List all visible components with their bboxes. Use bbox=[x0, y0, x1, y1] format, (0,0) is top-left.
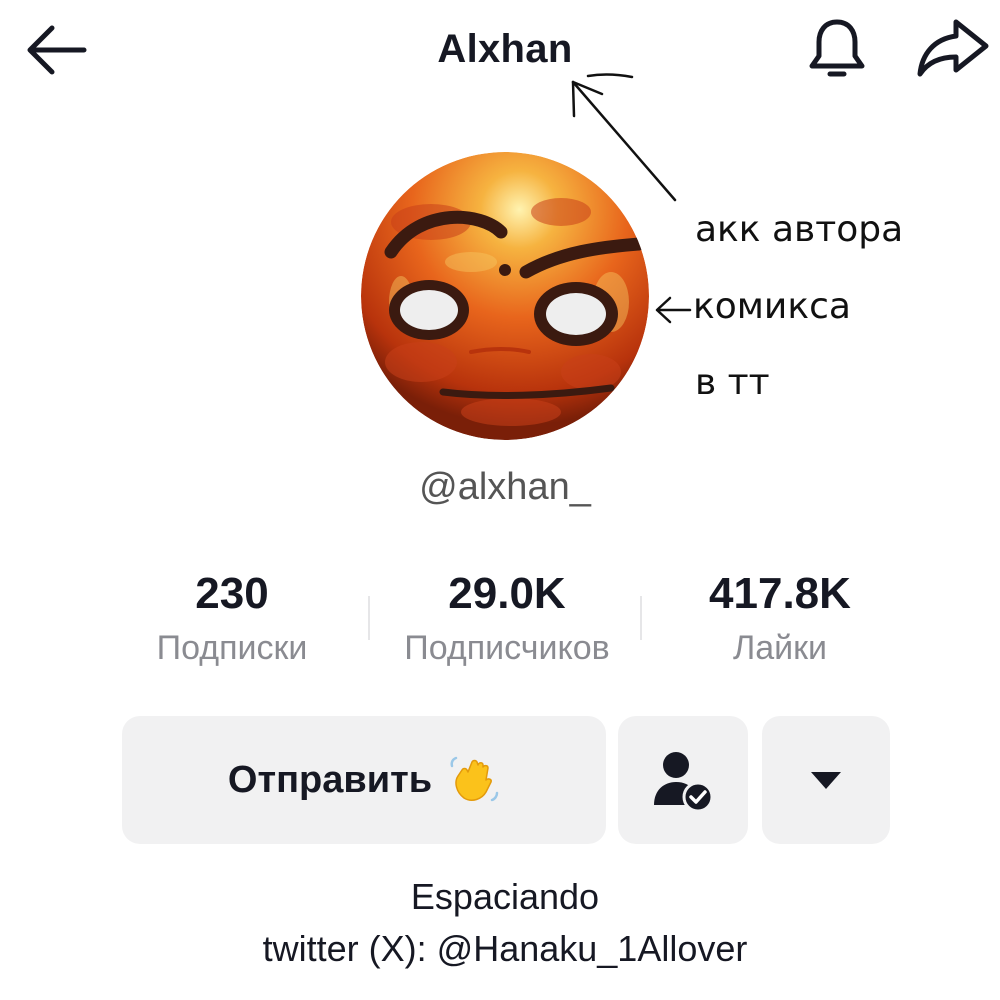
stat-label: Подписки bbox=[156, 629, 308, 667]
message-button-label: Отправить bbox=[227, 758, 433, 801]
arrow-left-icon bbox=[27, 25, 87, 75]
stat-following[interactable]: 230 Подписки bbox=[132, 564, 332, 674]
stat-divider bbox=[640, 596, 642, 640]
stat-label: Лайки bbox=[732, 629, 828, 667]
more-options-button[interactable] bbox=[762, 716, 890, 844]
bio-line-2[interactable]: twitter (X): @Hanaku_1Allover bbox=[100, 926, 910, 972]
annotation-line-2: комикса bbox=[693, 286, 851, 327]
annotation-line-3: в тт bbox=[695, 362, 770, 403]
back-button[interactable] bbox=[18, 18, 92, 82]
share-arrow-icon bbox=[917, 19, 989, 77]
profile-title: Alxhan bbox=[437, 27, 573, 71]
message-button[interactable]: Отправить bbox=[122, 716, 606, 844]
notifications-button[interactable] bbox=[802, 12, 872, 84]
following-status-button[interactable] bbox=[618, 716, 748, 844]
stat-likes[interactable]: 417.8K Лайки bbox=[680, 564, 880, 674]
profile-avatar[interactable] bbox=[361, 152, 649, 440]
annotation-line-1: акк автора bbox=[695, 209, 904, 250]
profile-handle: @alxhan_ bbox=[419, 466, 591, 508]
stat-label: Подписчиков bbox=[404, 629, 610, 667]
share-button[interactable] bbox=[912, 14, 992, 80]
stat-divider bbox=[368, 596, 370, 640]
stat-value: 29.0K bbox=[448, 569, 566, 618]
bell-icon bbox=[809, 19, 865, 77]
bio-line-1: Espaciando bbox=[410, 876, 600, 917]
caret-down-icon bbox=[811, 772, 841, 789]
avatar-image bbox=[361, 152, 649, 440]
stat-value: 230 bbox=[195, 569, 269, 618]
user-check-icon bbox=[654, 752, 714, 813]
stat-followers[interactable]: 29.0K Подписчиков bbox=[376, 564, 638, 674]
waving-hand-icon bbox=[450, 756, 499, 802]
stat-value: 417.8K bbox=[709, 569, 851, 618]
